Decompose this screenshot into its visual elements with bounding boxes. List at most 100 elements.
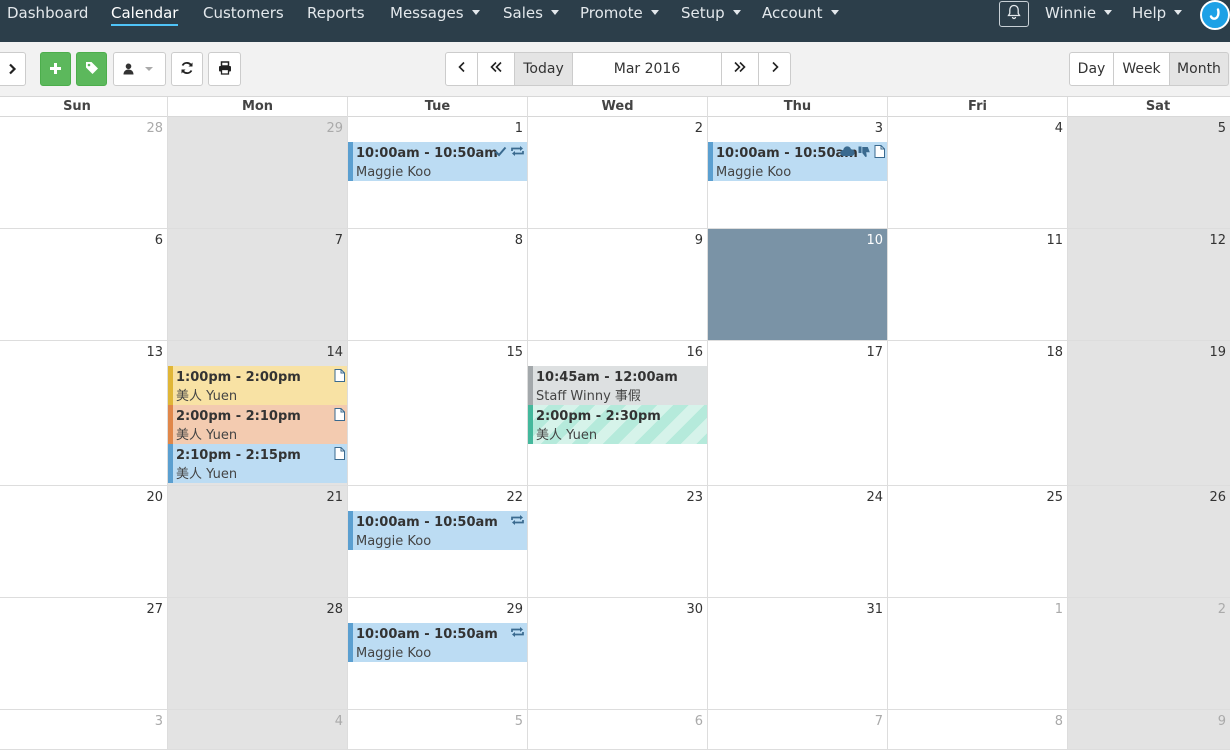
week-row: 20 21 22 10:00am - 10:50am Maggie Koo 23 24 25 2… [0,486,1230,598]
next-year-button[interactable] [721,52,759,86]
nav-item-account[interactable]: Account [762,0,839,42]
day-cell[interactable]: 31 [707,598,887,709]
nav-item-calendar[interactable]: Calendar [111,0,179,42]
nav-item-sales[interactable]: Sales [503,0,559,42]
day-cell[interactable]: 3 10:00am - 10:50am Maggie Koo [707,117,887,228]
day-number: 9 [694,233,703,248]
nav-item-label: Customers [203,4,284,22]
today-button[interactable]: Today [514,52,573,86]
day-cell[interactable]: 7 [167,229,347,340]
event-status-icons [334,408,345,421]
day-cell[interactable]: 9 [1067,710,1230,749]
appointment-event[interactable]: 10:00am - 10:50am Maggie Koo [708,142,887,181]
nav-item-customers[interactable]: Customers [203,0,284,42]
nav-item-messages[interactable]: Messages [390,0,480,42]
day-cell-today[interactable]: 10 [707,229,887,340]
day-cell[interactable]: 3 [0,710,167,749]
day-cell[interactable]: 28 [167,598,347,709]
day-cell[interactable]: 18 [887,341,1067,485]
caret-down-icon [1104,10,1113,15]
view-week-button[interactable]: Week [1113,52,1170,86]
day-cell[interactable]: 14 1:00pm - 2:00pm 美人 Yuen 2:00pm - 2:10pm 美… [167,341,347,485]
expand-button[interactable] [0,52,26,86]
nav-item-dashboard[interactable]: Dashboard [7,0,88,42]
day-cell[interactable]: 8 [887,710,1067,749]
appointment-event[interactable]: 10:45am - 12:00am Staff Winny 事假 [528,366,707,405]
day-cell[interactable]: 17 [707,341,887,485]
appointment-event[interactable]: 1:00pm - 2:00pm 美人 Yuen [168,366,347,405]
nav-item-label: Promote [580,4,643,22]
day-cell[interactable]: 5 [1067,117,1230,228]
day-cell[interactable]: 15 [347,341,527,485]
help-label: Help [1132,4,1167,22]
day-number: 5 [1217,121,1226,136]
day-cell[interactable]: 6 [527,710,707,749]
view-day-button[interactable]: Day [1069,52,1114,86]
day-cell[interactable]: 28 [0,117,167,228]
appointment-event[interactable]: 10:00am - 10:50am Maggie Koo [348,511,527,550]
brand-logo-icon[interactable] [1200,0,1230,30]
day-cell[interactable]: 5 [347,710,527,749]
caret-down-icon [550,10,559,15]
day-cell[interactable]: 9 [527,229,707,340]
day-cell[interactable]: 25 [887,486,1067,597]
day-cell[interactable]: 27 [0,598,167,709]
notifications-button[interactable] [999,1,1029,27]
thumbs-down-icon [858,146,871,158]
event-customer: Staff Winny 事假 [536,389,641,404]
day-cell[interactable]: 16 10:45am - 12:00am Staff Winny 事假 2:00pm … [527,341,707,485]
refresh-button[interactable] [171,52,203,86]
day-cell[interactable]: 24 [707,486,887,597]
day-cell[interactable]: 22 10:00am - 10:50am Maggie Koo [347,486,527,597]
day-cell[interactable]: 26 [1067,486,1230,597]
day-cell[interactable]: 19 [1067,341,1230,485]
day-cell[interactable]: 23 [527,486,707,597]
day-cell[interactable]: 4 [167,710,347,749]
day-cell[interactable]: 20 [0,486,167,597]
day-cell[interactable]: 12 [1067,229,1230,340]
previous-year-button[interactable] [477,52,515,86]
add-appointment-button[interactable] [40,52,71,86]
nav-item-promote[interactable]: Promote [580,0,659,42]
nav-item-setup[interactable]: Setup [681,0,741,42]
day-cell[interactable]: 2 [527,117,707,228]
day-cell[interactable]: 11 [887,229,1067,340]
print-button[interactable] [208,52,241,86]
appointment-event[interactable]: 10:00am - 10:50am Maggie Koo [348,623,527,662]
staff-filter-dropdown[interactable] [113,52,166,86]
previous-month-button[interactable] [445,52,478,86]
day-cell[interactable]: 8 [347,229,527,340]
day-cell[interactable]: 13 [0,341,167,485]
user-menu[interactable]: Winnie [1045,0,1113,42]
day-number: 13 [146,345,163,360]
caret-down-icon [732,10,741,15]
appointment-event[interactable]: 2:00pm - 2:10pm 美人 Yuen [168,405,347,444]
day-cell[interactable]: 29 10:00am - 10:50am Maggie Koo [347,598,527,709]
day-cell[interactable]: 7 [707,710,887,749]
day-number: 2 [1217,602,1226,617]
day-number: 28 [326,602,343,617]
day-cell[interactable]: 1 [887,598,1067,709]
day-cell[interactable]: 29 [167,117,347,228]
day-cell[interactable]: 1 10:00am - 10:50am Maggie Koo [347,117,527,228]
help-menu[interactable]: Help [1132,0,1183,42]
day-cell[interactable]: 2 [1067,598,1230,709]
caret-down-icon [830,10,839,15]
day-cell[interactable]: 30 [527,598,707,709]
appointment-event[interactable]: 2:00pm - 2:30pm 美人 Yuen [528,405,707,444]
day-number: 6 [154,233,163,248]
day-cell[interactable]: 21 [167,486,347,597]
current-period-label[interactable]: Mar 2016 [572,52,722,86]
day-cell[interactable]: 4 [887,117,1067,228]
view-month-button[interactable]: Month [1169,52,1229,86]
day-number: 1 [514,121,523,136]
day-cell[interactable]: 6 [0,229,167,340]
day-number: 19 [1209,345,1226,360]
tag-button[interactable] [76,52,107,86]
day-number: 10 [866,233,883,248]
appointment-event[interactable]: 2:10pm - 2:15pm 美人 Yuen [168,444,347,483]
appointment-event[interactable]: 10:00am - 10:50am Maggie Koo [348,142,527,181]
day-number: 8 [1054,714,1063,729]
next-month-button[interactable] [758,52,791,86]
nav-item-reports[interactable]: Reports [307,0,365,42]
